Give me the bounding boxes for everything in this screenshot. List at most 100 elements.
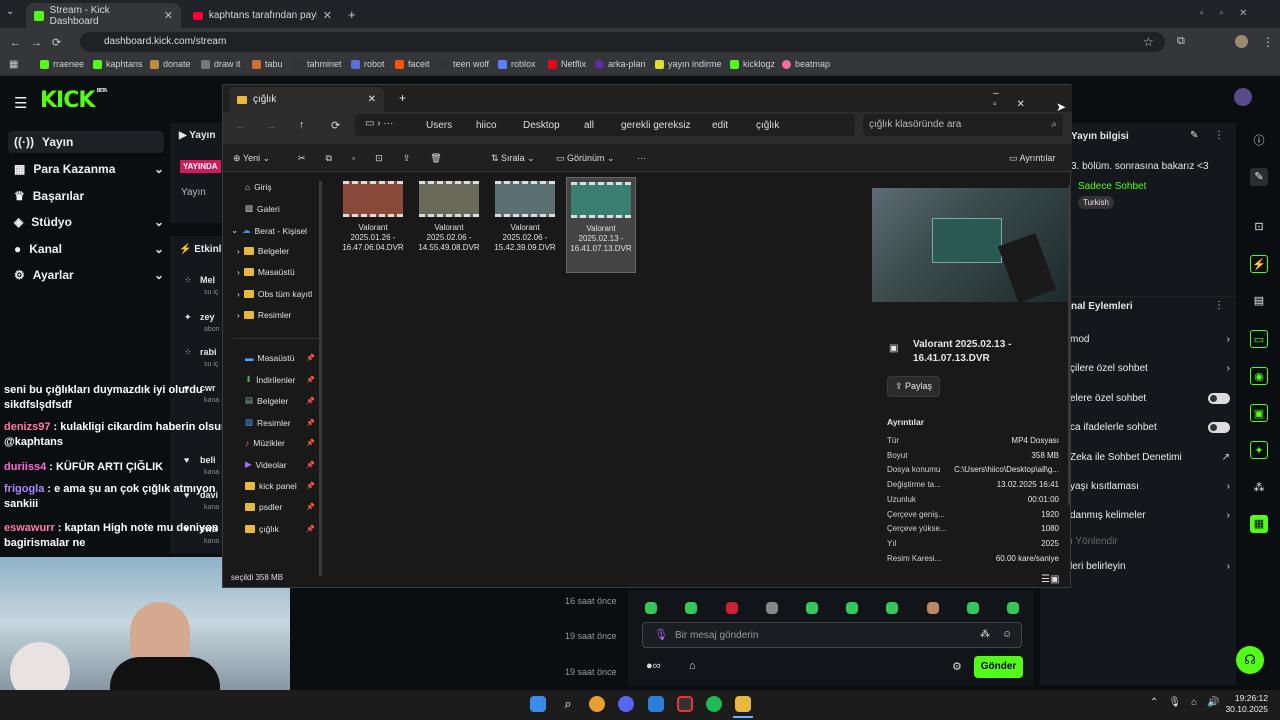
url-bar[interactable]: dashboard.kick.com/stream [80, 32, 1165, 52]
apps-grid-icon[interactable]: ▦ [9, 59, 18, 70]
emote-icon[interactable] [726, 602, 738, 614]
nav-item-studyo[interactable]: ◈ Stüdyo ⌄ [14, 211, 164, 233]
toggle-switch[interactable] [1208, 422, 1230, 433]
emote-icon[interactable] [886, 602, 898, 614]
tab-youtube[interactable]: kaphtans tarafından paylaşılan ✕ [185, 3, 340, 28]
bookmark[interactable]: faceit [395, 59, 430, 69]
menu-icon[interactable]: ⋮ [1262, 35, 1274, 49]
document-icon[interactable]: ▤ [1250, 292, 1268, 310]
avatar[interactable] [1234, 88, 1252, 106]
refresh-icon[interactable]: ⟳ [331, 119, 340, 132]
share-button[interactable]: ⇪ Paylaş [887, 376, 941, 397]
close-icon[interactable]: ✕ [164, 9, 173, 22]
emote-icon[interactable] [645, 602, 657, 614]
new-tab-button[interactable]: + [348, 7, 356, 22]
search-input[interactable]: çığlık klasöründe ara ⌕ [863, 114, 1063, 136]
preview-scrollbar[interactable] [1068, 185, 1071, 505]
info-icon[interactable]: ⓘ [1250, 132, 1268, 150]
bolt-icon[interactable]: ⚡ [1250, 255, 1268, 273]
nav-item-basarilar[interactable]: ♛ Başarılar [14, 185, 164, 207]
share-icon[interactable]: ⁂ [1250, 479, 1268, 497]
stream-category[interactable]: Sadece Sohbet [1078, 181, 1146, 192]
profile-avatar[interactable] [1235, 35, 1248, 48]
bookmark[interactable]: roblox [498, 59, 536, 69]
quick-access-item[interactable]: kick panel 📌 [245, 481, 315, 491]
sidebar-item-onedrive[interactable]: ⌄ ☁ Berat - Kişisel [231, 225, 307, 236]
wrench-icon[interactable]: ✦ [1250, 441, 1268, 459]
bookmark[interactable]: beatmap [782, 59, 830, 69]
nav-item-yayin[interactable]: ((·)) Yayın [8, 131, 164, 153]
search-icon[interactable]: ⌕ [560, 696, 576, 712]
mic-icon[interactable]: 🎙 [654, 628, 668, 641]
emote-icon[interactable] [927, 602, 939, 614]
quick-access-item[interactable]: ▶ Videolar 📌 [245, 459, 315, 470]
sidebar-scrollbar[interactable] [319, 181, 322, 576]
crop-icon[interactable]: ⊡ [1250, 218, 1268, 236]
save-icon[interactable]: ▣ [1250, 404, 1268, 422]
new-tab-button[interactable]: + [399, 91, 406, 105]
sidebar-item-home[interactable]: ⌂ Giriş [245, 182, 272, 192]
nav-back-forward[interactable]: ←→ [235, 120, 297, 132]
emote-icon[interactable] [806, 602, 818, 614]
new-button[interactable]: ⊕ Yeni ⌄ [233, 153, 270, 164]
quick-access-item[interactable]: ⬇ İndirilenler 📌 [245, 374, 315, 385]
close-icon[interactable]: ✕ [323, 9, 332, 22]
emote-icon[interactable] [685, 602, 697, 614]
action-item[interactable]: çilere özel sohbet › [1070, 363, 1230, 374]
emote-icon[interactable] [766, 602, 778, 614]
discord-icon[interactable] [618, 696, 634, 712]
view-button[interactable]: ▭ Görünüm ⌄ [556, 153, 615, 164]
clip-icon[interactable]: ▦ [1250, 515, 1268, 533]
sidebar-item[interactable]: › Masaüstü [237, 267, 295, 277]
bookmark[interactable]: kicklogz [730, 59, 775, 69]
sidebar-item[interactable]: › Resimler [237, 310, 291, 320]
action-item[interactable]: elere özel sohbet [1070, 393, 1230, 404]
emoji-icon[interactable]: ☺ [1002, 629, 1012, 640]
send-button[interactable]: Gönder [974, 656, 1023, 678]
bookmark[interactable]: tahminet [294, 59, 342, 69]
breadcrumb-item[interactable]: hiico [476, 120, 497, 131]
file-item[interactable]: Valorant 2025.02.06 - 15.42.39.09.DVR [490, 177, 560, 273]
bookmark[interactable]: yayın indirme [655, 59, 722, 69]
bookmark-star-icon[interactable]: ☆ [1143, 35, 1154, 49]
chrome-icon[interactable] [589, 696, 605, 712]
nav-buttons[interactable]: ←→⟳ [10, 36, 71, 49]
app-icon[interactable] [677, 696, 693, 712]
quick-access-item[interactable]: ▤ Belgeler 📌 [245, 395, 315, 406]
close-icon[interactable]: ✕ [368, 94, 376, 105]
bookmark[interactable]: teen wolf [440, 59, 489, 69]
action-item[interactable]: ca ifadelerle sohbet [1070, 422, 1230, 433]
broadcast-icon[interactable]: ◉ [1250, 367, 1268, 385]
emote-icon[interactable] [846, 602, 858, 614]
points-icon[interactable]: ●∞ [646, 660, 661, 672]
breadcrumb-item[interactable]: Desktop [523, 120, 560, 131]
toggle-switch[interactable] [1208, 393, 1230, 404]
spotify-icon[interactable] [706, 696, 722, 712]
emote-icon[interactable] [967, 602, 979, 614]
translate-icon[interactable]: ⁂ [980, 629, 990, 640]
more-icon[interactable]: ⋮ [1214, 130, 1224, 141]
more-icon[interactable]: ⋮ [1214, 300, 1224, 311]
chat-icon[interactable]: ▭ [1250, 330, 1268, 348]
bookmark[interactable]: tabu [252, 59, 283, 69]
file-item-selected[interactable]: Valorant 2025.02.13 - 16.41.07.13.DVR [566, 177, 636, 273]
extensions-icon[interactable]: ⧉ [1177, 35, 1185, 48]
photos-icon[interactable] [648, 696, 664, 712]
tab-kick-dashboard[interactable]: Stream - Kick Dashboard ✕ [26, 3, 181, 28]
breadcrumb-item[interactable]: çığlık [756, 120, 779, 131]
action-item[interactable]: yaşı kısıtlaması › [1070, 481, 1230, 492]
bookmark[interactable]: kaphtans [93, 59, 143, 69]
bookmark[interactable]: robot [351, 59, 385, 69]
view-toggle-icons[interactable]: ☰▣ [1041, 574, 1059, 585]
sort-button[interactable]: ⇅ Sırala ⌄ [491, 153, 535, 164]
sidebar-item[interactable]: › Obs tüm kayıtl [237, 289, 312, 299]
kick-logo[interactable]: KICK BETA [40, 88, 108, 113]
sidebar-item[interactable]: › Belgeler [237, 246, 289, 256]
breadcrumb-item[interactable]: edit [712, 120, 728, 131]
action-item[interactable]: Zeka ile Sohbet Denetimi ↗ [1070, 452, 1230, 463]
store-icon[interactable]: ⌂ [689, 660, 696, 672]
more-icon[interactable]: ··· [637, 153, 646, 163]
tray-icons[interactable]: ⌃🎙⌂🔊 [1150, 697, 1230, 708]
start-icon[interactable] [530, 696, 546, 712]
explorer-tab[interactable]: çığlık ✕ [229, 87, 384, 112]
